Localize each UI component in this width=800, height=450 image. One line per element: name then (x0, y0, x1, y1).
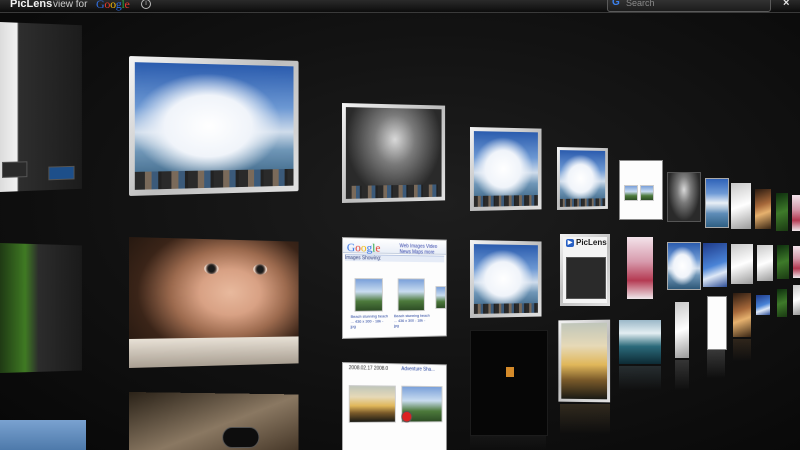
wall-tile-gray-page[interactable] (731, 183, 751, 229)
wall-tile-light[interactable] (757, 245, 773, 281)
google-search-icon[interactable]: G (612, 0, 620, 8)
wall-tile-pink-edge-row2[interactable] (793, 246, 800, 278)
wall-tile-clouds-tiny[interactable] (667, 242, 701, 290)
wall-tile-piclens-panel[interactable]: ▶ PicLens (560, 234, 610, 306)
wall-tile-waves[interactable] (619, 320, 661, 364)
info-icon[interactable]: i (141, 0, 151, 9)
logo-letter: e (124, 0, 130, 11)
app-title: PicLens™ (10, 0, 58, 10)
wall-tile-webpage-small[interactable] (619, 160, 663, 220)
wall-tile-clouds-small[interactable] (557, 147, 608, 210)
image-result-thumb (435, 286, 446, 309)
webpage-header: Google Web Images Video News Maps more (342, 238, 446, 256)
google-logo[interactable]: Google (96, 0, 130, 12)
floor-reflection (733, 339, 751, 361)
image-result-caption: Beach stunning beach ... 436 x 300 - 18k… (350, 313, 389, 329)
wall-tile-left-bottom[interactable] (0, 420, 86, 450)
tile-thumbnail-strip (473, 195, 538, 207)
floor-reflection (470, 436, 546, 450)
news-badge (401, 410, 413, 423)
tile-image: ▶ PicLens (563, 237, 607, 303)
wall-tile-green[interactable] (776, 193, 788, 231)
search-box[interactable]: G (607, 0, 771, 12)
play-icon: ▶ (566, 238, 574, 247)
wall-tile-lower-left[interactable] (129, 392, 299, 450)
floor-reflection (675, 360, 689, 390)
tile-inner-ui (222, 427, 260, 449)
tile-image (134, 62, 294, 190)
wall-tile-gray[interactable] (731, 244, 753, 284)
tile-thumbnail (624, 185, 638, 201)
wall-tile-dark-logo[interactable] (470, 330, 548, 436)
close-icon[interactable]: × (783, 0, 789, 9)
tile-thumbnail-strip (134, 168, 294, 190)
floor-reflection (560, 404, 610, 434)
wall-tile-google-images[interactable]: Google Web Images Video News Maps more I… (342, 237, 447, 339)
tile-image (559, 150, 606, 207)
tile-image (473, 244, 538, 314)
tile-inner-ui (1, 161, 28, 178)
wall-tile-left-top[interactable] (0, 22, 82, 192)
wall-tile-storm[interactable] (342, 103, 446, 203)
wall-tile-piclens-mini[interactable] (705, 178, 729, 228)
news-thumb (348, 385, 396, 423)
wall-tile-edge-small[interactable] (793, 285, 800, 315)
top-bar: PicLens™ view for Google i G × (0, 0, 800, 13)
tile-image (561, 322, 608, 400)
wall-tile-clouds-medium[interactable] (470, 127, 542, 211)
photo-clothing-detail (129, 336, 299, 368)
wall-tile-baby-photo[interactable] (129, 237, 299, 368)
image-result-thumb (397, 278, 425, 312)
photo-eye-detail (253, 264, 268, 275)
logo-letter: e (375, 240, 381, 255)
piclens-mini-logo: ▶ PicLens (566, 238, 607, 247)
tile-thumbnail-strip (473, 303, 538, 314)
photo-eye-detail (204, 263, 219, 275)
wall-tile-room[interactable] (733, 293, 751, 337)
wall-tile-pink-edge[interactable] (792, 195, 800, 231)
wall-tile-blue-small[interactable] (756, 295, 770, 315)
image-result-thumb (354, 278, 383, 312)
piclens-wall[interactable]: PicLens™ view for Google i G × (0, 0, 800, 450)
tile-thumbnail (640, 185, 654, 201)
tile-inner-ui (506, 367, 514, 377)
wall-tile-left-middle[interactable] (0, 243, 82, 373)
floor-reflection (619, 366, 661, 390)
tile-thumbnail-strip (559, 198, 606, 207)
wall-tile-clouds-row2[interactable] (470, 240, 542, 318)
image-result-caption: Beach stunning beach ... 436 x 300 - 18k… (393, 312, 430, 328)
wall-tile-sunset[interactable] (558, 319, 611, 403)
tile-image (473, 131, 538, 207)
floor-reflection (707, 350, 725, 378)
webpage-tabs: Web Images Video News Maps more (399, 243, 438, 256)
wall-tile-news-page[interactable]: 2008.02.17 2008.0 Adventure Sha... (342, 362, 447, 450)
wall-tile-dark-sky[interactable] (667, 172, 701, 222)
news-header-right: Adventure Sha... (401, 366, 435, 373)
logo-letter: G (346, 240, 356, 255)
app-name: PicLens (10, 0, 53, 10)
wall-tile-blue[interactable] (703, 243, 727, 287)
wall-tile-green-row2[interactable] (777, 245, 789, 279)
news-header-left: 2008.02.17 2008.0 (348, 365, 389, 372)
search-input[interactable] (626, 0, 764, 9)
tile-inner-ui (566, 257, 606, 299)
piclens-label: PicLens (576, 238, 607, 247)
wall-tile-pink-dress[interactable] (627, 237, 653, 299)
wall-tile-page-small[interactable] (707, 296, 727, 350)
tile-inner-ui (48, 165, 75, 181)
wall-tile-sketch[interactable] (675, 302, 689, 358)
webpage-result-bar: Images Showing: (344, 254, 444, 263)
wall-tile-warm[interactable] (755, 189, 771, 229)
view-for-label: view for (53, 0, 88, 10)
tile-thumbnail-strip (345, 184, 442, 199)
tile-image (345, 107, 442, 199)
wall-tile-clouds-large[interactable] (129, 56, 299, 196)
wall-tile-green-small[interactable] (777, 289, 787, 317)
